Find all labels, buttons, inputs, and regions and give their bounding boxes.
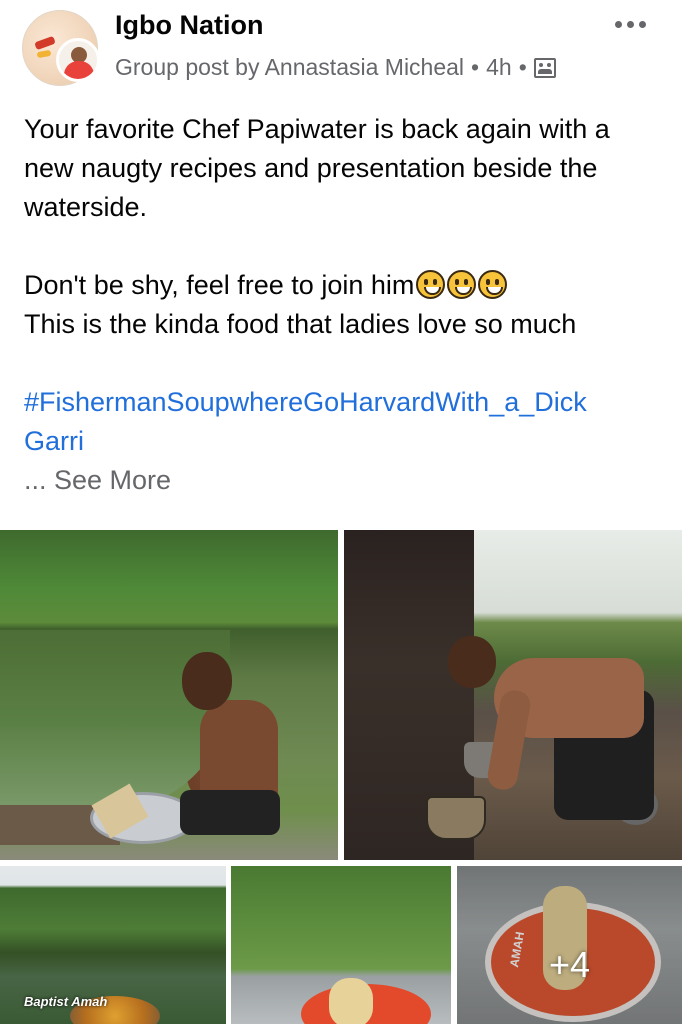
see-more-link[interactable]: ... See More <box>24 461 664 500</box>
avatar-stack[interactable] <box>22 10 100 86</box>
more-dot <box>638 20 646 28</box>
person-arm <box>485 688 533 792</box>
photo-2[interactable] <box>344 530 682 860</box>
more-photos-count[interactable]: +4 <box>457 944 682 986</box>
photo-3[interactable]: Baptist Amah <box>0 866 226 1024</box>
hashtag-text[interactable]: #FishermanSoupwhereGoHarvardWith_a_Dick <box>24 387 587 417</box>
meta-separator: • <box>471 54 480 80</box>
author-line[interactable]: Group post by Annastasia Micheal <box>115 54 464 81</box>
more-options-icon[interactable] <box>610 12 650 36</box>
author-avatar[interactable] <box>56 38 100 82</box>
person-head <box>182 652 232 710</box>
more-dot <box>614 20 622 28</box>
more-dot <box>626 20 634 28</box>
grinning-face-icon <box>447 270 477 299</box>
post-line-2-text: Don't be shy, feel free to join him <box>24 270 415 300</box>
person-shorts <box>180 790 280 835</box>
meta-separator-2: • <box>518 54 527 80</box>
post-body: Your favorite Chef Papiwater is back aga… <box>24 110 664 500</box>
person-head <box>448 636 496 688</box>
post-paragraph-2: Don't be shy, feel free to join him <box>24 266 664 305</box>
grinning-face-icon <box>416 270 446 299</box>
hashtag-link[interactable]: #FishermanSoupwhereGoHarvardWith_a_Dick G… <box>24 383 664 461</box>
hashtag-tail: Garri <box>24 426 84 456</box>
garri-roll <box>329 978 373 1024</box>
grinning-face-icon <box>478 270 508 299</box>
post-time[interactable]: 4h <box>486 54 512 81</box>
photo-watermark: Baptist Amah <box>24 994 108 1009</box>
group-avatar-graphic <box>34 35 56 51</box>
photo-5-more[interactable]: AMAH +4 <box>457 866 682 1024</box>
group-members-icon <box>533 57 556 78</box>
group-avatar-graphic-2 <box>36 49 52 59</box>
photo-4[interactable] <box>231 866 451 1024</box>
photo-1[interactable] <box>0 530 338 860</box>
post-paragraph-1: Your favorite Chef Papiwater is back aga… <box>24 114 610 222</box>
post-line-3: This is the kinda food that ladies love … <box>24 309 577 339</box>
post-meta: Group post by Annastasia Micheal • 4h • <box>115 54 556 81</box>
author-avatar-body <box>64 61 94 79</box>
group-name-link[interactable]: Igbo Nation <box>115 10 263 41</box>
cooking-pot-1 <box>426 796 486 840</box>
post-header: Igbo Nation Group post by Annastasia Mic… <box>0 0 682 100</box>
